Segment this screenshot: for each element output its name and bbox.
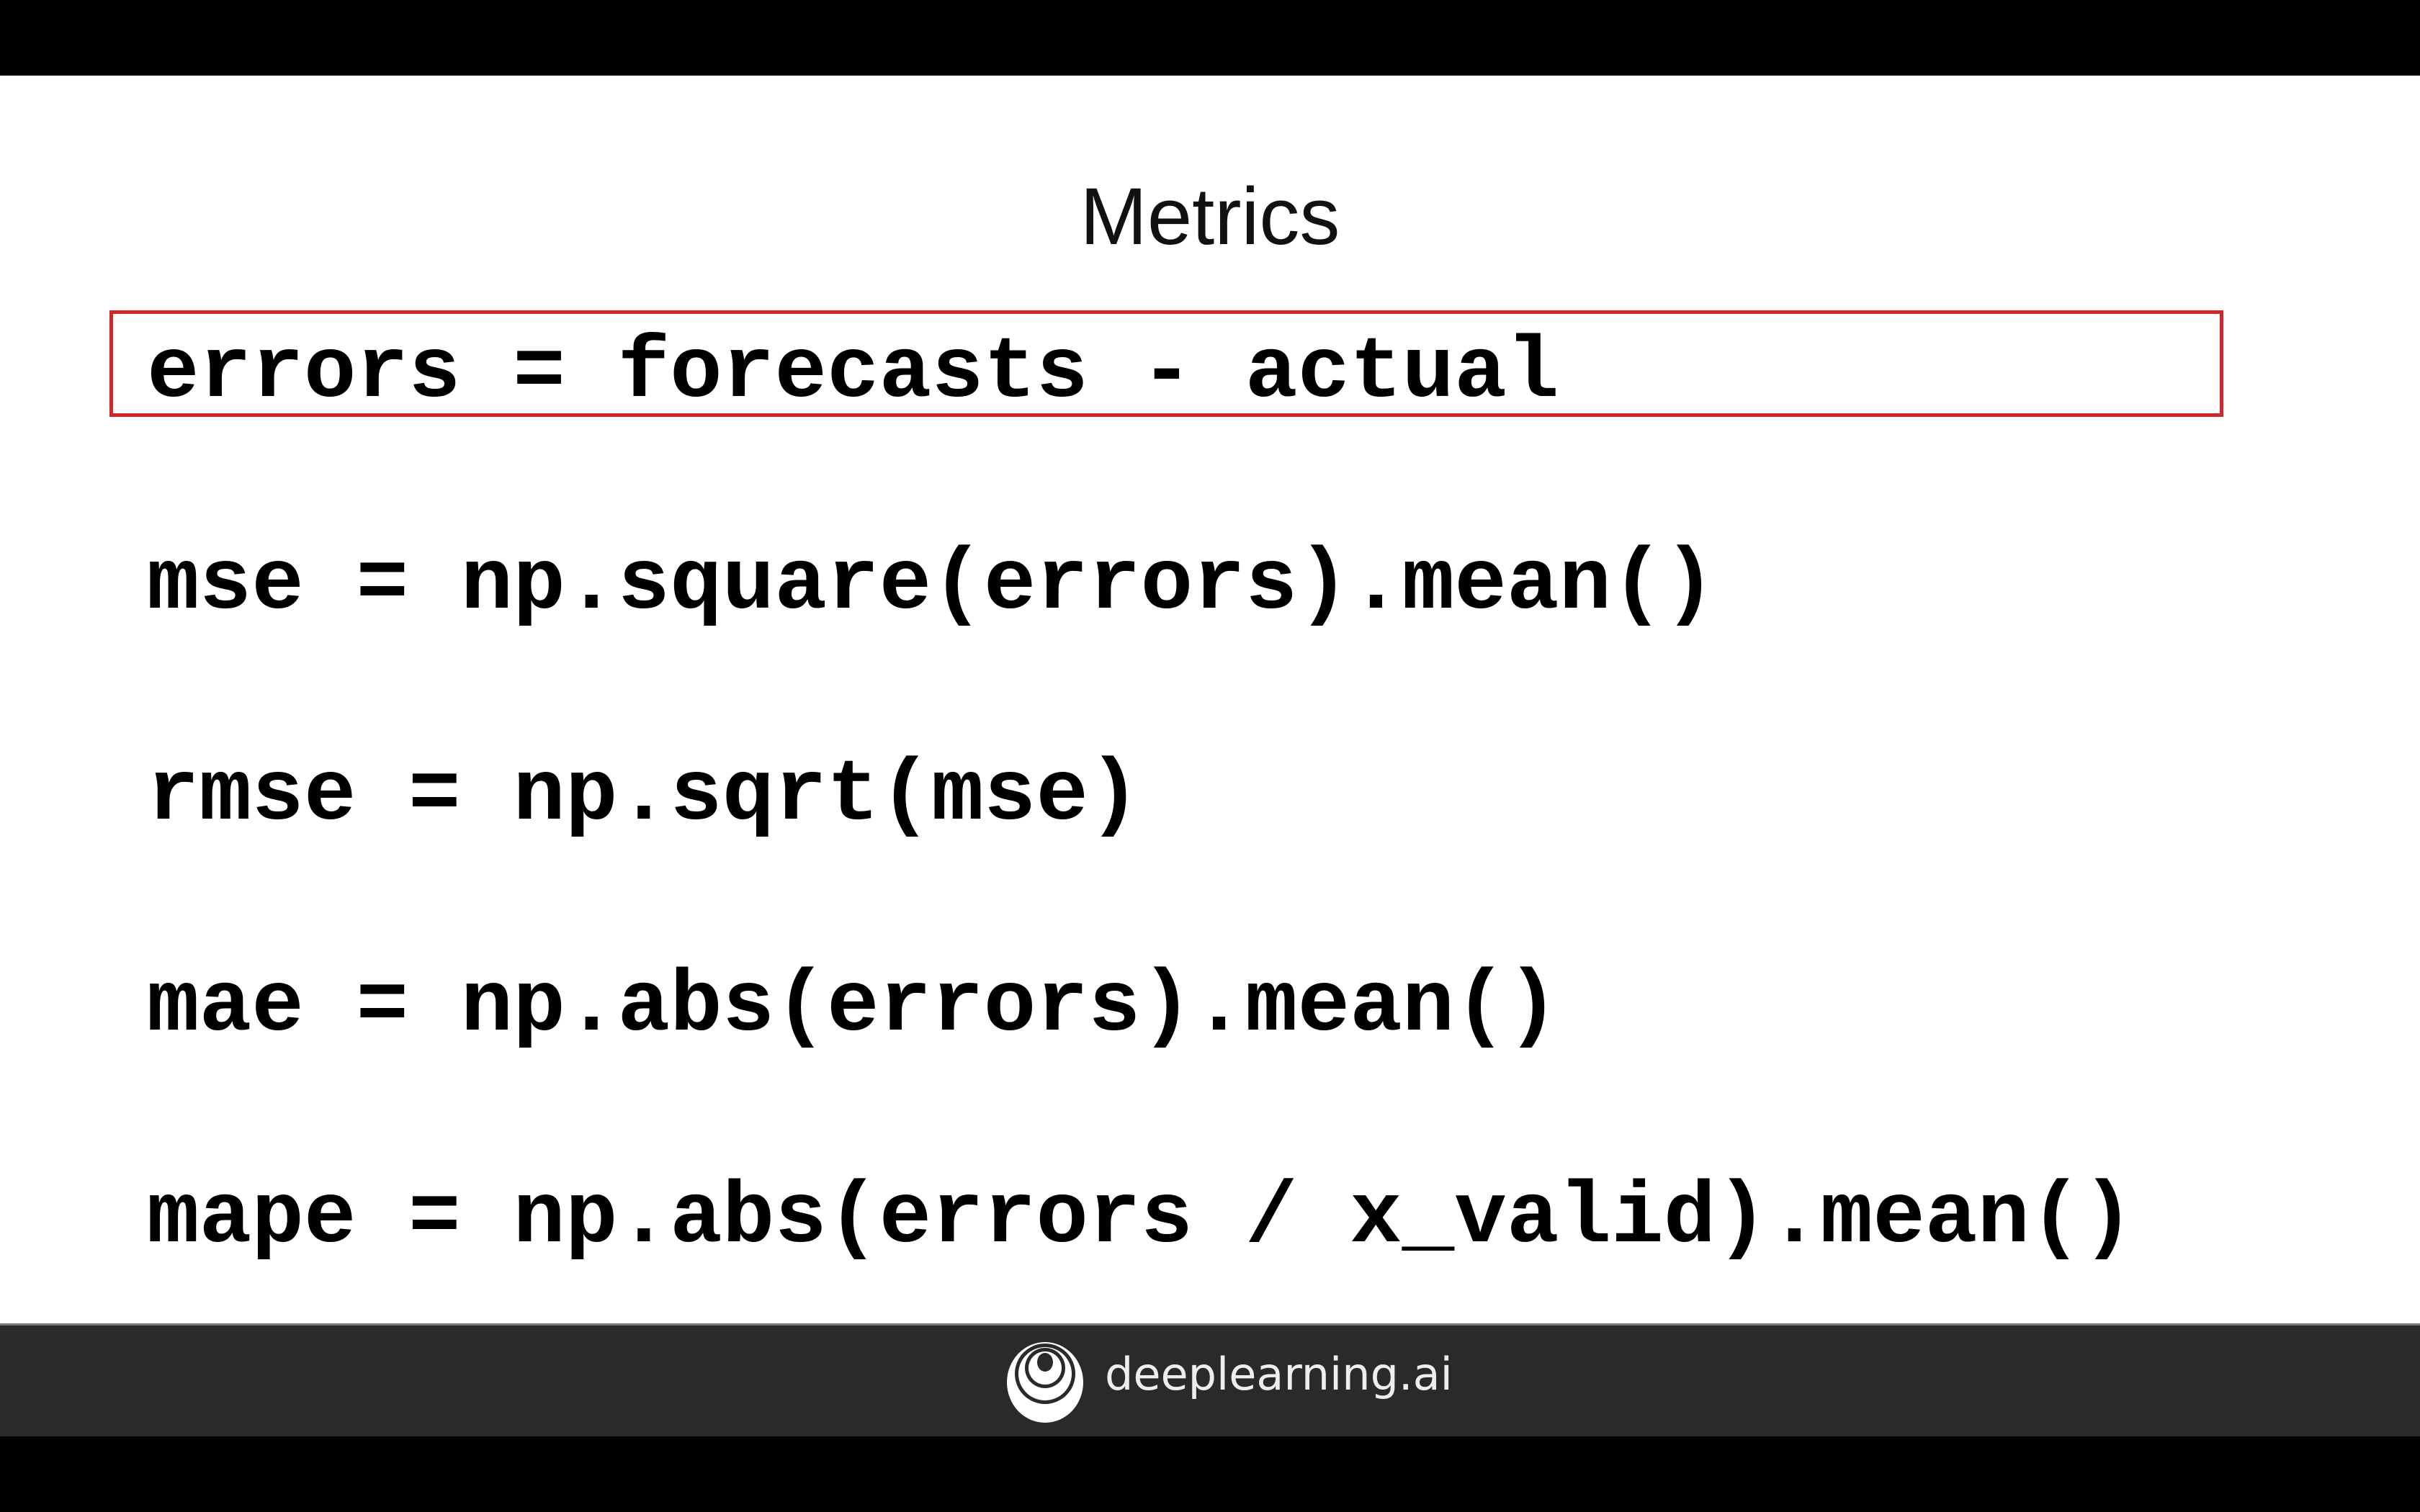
code-line-rmse: rmse = np.sqrt(mse) [147,747,1141,845]
code-line-errors: errors = forecasts - actual [147,324,1559,423]
brand-name: deeplearning.ai [1105,1348,1453,1400]
code-line-mse: mse = np.square(errors).mean() [147,536,1716,634]
code-line-mae: mae = np.abs(errors).mean() [147,958,1559,1056]
code-line-mape: mape = np.abs(errors / x_valid).mean() [147,1169,2135,1268]
slide-title: Metrics [1080,171,1340,261]
slide: Metrics errors = forecasts - actual mse … [0,76,2420,1323]
deeplearning-logo-icon [1007,1342,1083,1423]
